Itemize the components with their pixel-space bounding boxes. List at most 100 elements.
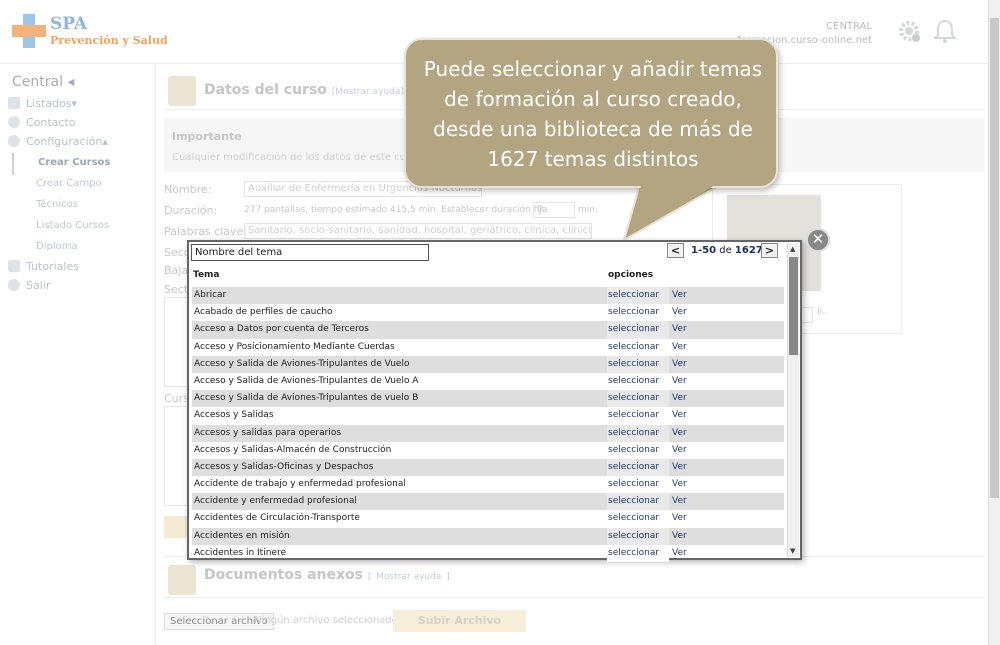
section-title-text: Documentos anexos [204, 567, 363, 583]
select-topic-link[interactable]: seleccionar [607, 510, 669, 528]
attachment-icon [168, 565, 196, 595]
topic-search-input[interactable] [191, 244, 429, 261]
table-row: Acceso y Salida de Aviones-Tripulantes d… [192, 355, 784, 373]
topic-name: Accesos y salidas para operarios [194, 427, 342, 438]
prev-page-button[interactable]: < [667, 243, 684, 258]
help-bracket-open: [ [367, 572, 372, 582]
show-help-link[interactable]: Mostrar ayuda [376, 572, 441, 582]
sidebar-item-contacto[interactable]: Contacto [8, 115, 76, 131]
table-row: Accesos y Salidas-Almacén de Construcció… [192, 441, 784, 459]
sidebar-item-configuracion[interactable]: Configuración▴ [8, 134, 108, 150]
view-topic-link[interactable]: Ver [672, 287, 687, 304]
active-indicator [12, 153, 14, 175]
edit-document-icon [168, 76, 196, 106]
sidebar-sub-crear-campo[interactable]: Crear Campo [36, 178, 102, 189]
dialog-scrollbar[interactable]: ▲ ▼ [787, 243, 799, 557]
page-scrollbar[interactable] [988, 0, 1000, 645]
sidebar-item-label: Salir [26, 279, 51, 292]
sidebar-item-label: Contacto [26, 116, 76, 129]
view-topic-link[interactable]: Ver [672, 339, 687, 356]
logo-line2: Prevención y Salud [50, 34, 168, 47]
table-row: Accidente de trabajo y enfermedad profes… [192, 476, 784, 494]
table-row: Acceso y Salida de Aviones-Tripulantes d… [192, 372, 784, 391]
sidebar-item-tutoriales[interactable]: Tutoriales [8, 259, 79, 275]
no-file-text: Ningún archivo seleccionado [254, 615, 398, 626]
close-icon[interactable]: ✕ [806, 228, 830, 252]
palabras-input[interactable]: Sanitario, socio-sanitario, sanidad, hos… [244, 223, 592, 239]
select-topic-link[interactable]: seleccionar [607, 476, 669, 494]
table-header: Tema opciones [193, 270, 785, 280]
label-secc: Secc [164, 246, 190, 259]
duracion-input[interactable]: 0 [533, 202, 575, 218]
select-topic-link[interactable]: seleccionar [607, 338, 669, 356]
view-topic-link[interactable]: Ver [672, 373, 687, 390]
select-topic-link[interactable]: seleccionar [607, 390, 669, 408]
sidebar-title[interactable]: Central ◂ [12, 74, 74, 90]
select-topic-link[interactable]: seleccionar [607, 287, 669, 305]
select-topic-link[interactable]: seleccionar [607, 355, 669, 373]
label-nombre: Nombre: [164, 183, 212, 196]
logo-icon[interactable] [12, 14, 46, 48]
bell-icon[interactable] [933, 18, 957, 44]
sidebar-item-salir[interactable]: Salir [8, 278, 50, 294]
topic-name: Accesos y Salidas [194, 410, 274, 421]
select-topic-link[interactable]: seleccionar [607, 441, 669, 459]
topic-name: Accidentes de Circulación-Transporte [194, 513, 360, 524]
page-total: 1627 [734, 245, 763, 256]
topic-name: Acceso y Salida de Aviones-Tripulantes d… [194, 358, 410, 369]
section-title: Datos del curso [Mostrar ayuda] [204, 82, 404, 98]
view-topic-link[interactable]: Ver [672, 476, 687, 493]
select-topic-link[interactable]: seleccionar [607, 424, 669, 442]
select-topic-link[interactable]: seleccionar [607, 372, 669, 391]
table-row: Acceso y Salida de Aviones-Tripulantes d… [192, 390, 784, 408]
view-topic-link[interactable]: Ver [672, 459, 687, 476]
sidebar-sub-diploma[interactable]: Diploma [36, 241, 78, 252]
view-topic-link[interactable]: Ver [672, 407, 687, 424]
select-topic-link[interactable]: seleccionar [607, 544, 669, 563]
next-page-button[interactable]: > [761, 243, 778, 258]
select-topic-link[interactable]: seleccionar [607, 527, 669, 545]
select-topic-link[interactable]: seleccionar [607, 407, 669, 425]
table-row: Acabado de perfiles de caucho seleccionar… [192, 304, 784, 322]
logo-text[interactable]: SPA Prevención y Salud [50, 14, 168, 47]
table-row: Accesos y salidas para operarios seleccio… [192, 424, 784, 442]
sidebar-item-label: Configuración▴ [26, 135, 108, 148]
topic-name: Accesos y Salidas-Oficinas y Despachos [194, 461, 374, 472]
label-baja: Baja [164, 264, 189, 277]
view-topic-link[interactable]: Ver [672, 321, 687, 338]
scroll-up-arrow[interactable]: ▲ [790, 245, 795, 253]
view-topic-link[interactable]: Ver [672, 390, 687, 407]
upload-file-button[interactable]: Subir Archivo [393, 610, 526, 632]
view-topic-link[interactable]: Ver [672, 510, 687, 527]
page-scrollbar-thumb[interactable] [990, 18, 999, 498]
view-topic-link[interactable]: Ver [672, 493, 687, 510]
column-header-tema: Tema [193, 270, 220, 280]
sidebar-item-listados[interactable]: Listados▾ [8, 96, 77, 112]
table-row: Accidentes de Circulación-Transporte sele… [192, 510, 784, 528]
photo-caption: Il.. [817, 307, 828, 317]
sidebar-sub-tecnicos[interactable]: Técnicos [36, 199, 78, 210]
sidebar-item-label: Tutoriales [26, 260, 79, 273]
topic-name: Acceso y Posicionamiento Mediante Cuerda… [194, 341, 395, 352]
select-topic-link[interactable]: seleccionar [607, 458, 669, 477]
show-help-link[interactable]: [Mostrar ayuda] [332, 87, 404, 97]
section-title-text: Datos del curso [204, 82, 327, 98]
scroll-down-arrow[interactable]: ▼ [790, 547, 795, 555]
gear-icon[interactable] [896, 18, 922, 44]
select-topic-link[interactable]: seleccionar [607, 304, 669, 322]
view-topic-link[interactable]: Ver [672, 425, 687, 442]
view-topic-link[interactable]: Ver [672, 545, 687, 562]
view-topic-link[interactable]: Ver [672, 442, 687, 459]
view-topic-link[interactable]: Ver [672, 528, 687, 545]
view-topic-link[interactable]: Ver [672, 304, 687, 321]
sidebar-sub-listado-cursos[interactable]: Listado Cursos [36, 220, 109, 231]
sidebar-sub-crear-cursos[interactable]: Crear Cursos [38, 157, 110, 168]
view-topic-link[interactable]: Ver [672, 356, 687, 373]
section-title: Documentos anexos [ Mostrar ayuda ] [204, 567, 450, 583]
select-topic-link[interactable]: seleccionar [607, 321, 669, 339]
duracion-text: 277 pantallas, tiempo estimado 415,5 min… [244, 205, 548, 215]
topic-selector-dialog: < 1-50 de 1627 > Tema opciones Abricar se… [187, 240, 802, 563]
label-sect: Sect [164, 283, 189, 296]
select-topic-link[interactable]: seleccionar [607, 493, 669, 511]
dialog-scrollbar-thumb[interactable] [789, 257, 798, 355]
